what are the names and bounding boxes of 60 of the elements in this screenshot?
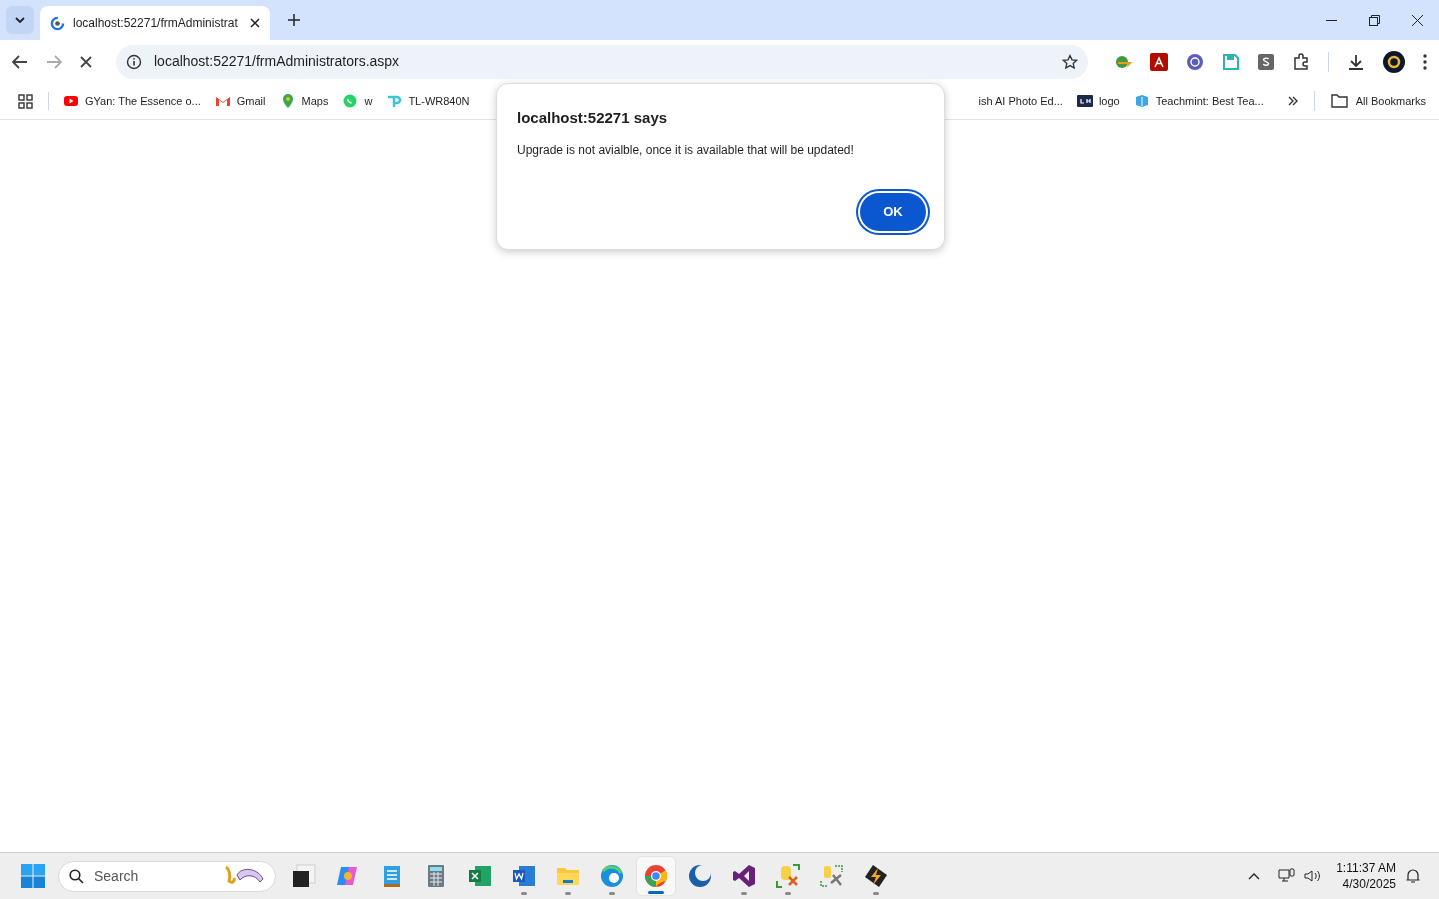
- extensions-icon[interactable]: [1292, 52, 1310, 71]
- stop-loading-icon[interactable]: [80, 55, 92, 68]
- bookmark-link[interactable]: logo: [1076, 92, 1120, 110]
- bookmark-link[interactable]: Teachmint: Best Tea...: [1133, 92, 1264, 110]
- gh-badge-icon: [1076, 93, 1093, 109]
- search-icon: [69, 868, 84, 884]
- dialog-message: Upgrade is not avialble, once it is available that will be updated!: [517, 141, 855, 159]
- profile-avatar-icon[interactable]: [1383, 50, 1405, 73]
- new-tab-icon[interactable]: [288, 14, 300, 26]
- loading-icon: [50, 15, 65, 31]
- bookmark-link[interactable]: Gmail: [214, 92, 266, 110]
- all-bookmarks-button[interactable]: All Bookmarks: [1330, 92, 1426, 110]
- browser-tab[interactable]: localhost:52271/frmAdministrat: [40, 6, 270, 40]
- document-w-icon: [511, 863, 537, 889]
- pdf-icon[interactable]: [1150, 52, 1168, 71]
- bell-icon[interactable]: [1406, 868, 1420, 884]
- edge-browser-icon: [599, 863, 625, 889]
- saxophone-piano-icon: [223, 865, 265, 887]
- start-button-icon[interactable]: [21, 864, 45, 888]
- back-arrow-icon[interactable]: [12, 54, 28, 69]
- apps-grid-icon[interactable]: [18, 93, 33, 109]
- database-hammer-icon: [819, 863, 845, 889]
- letter-s-icon[interactable]: [1258, 53, 1274, 70]
- bookmark-link[interactable]: TL-WR840N: [386, 92, 470, 110]
- download-icon[interactable]: [1347, 52, 1365, 71]
- close-icon[interactable]: [250, 18, 260, 28]
- more-menu-icon[interactable]: [1423, 53, 1427, 70]
- bookmark-link[interactable]: w: [342, 92, 373, 110]
- database-wrench-icon: [775, 863, 801, 889]
- crescent-icon: [687, 863, 713, 889]
- chevron-down-icon: [15, 17, 25, 23]
- address-bar[interactable]: localhost:52271/frmAdministrators.aspx: [116, 44, 1088, 79]
- lightning-bolt-icon: [863, 863, 889, 889]
- folder-icon: [1330, 94, 1348, 108]
- tab-title: localhost:52271/frmAdministrat: [73, 15, 239, 32]
- speaker-icon[interactable]: [1304, 868, 1323, 884]
- bookmark-link[interactable]: ish AI Photo Ed...: [978, 92, 1063, 110]
- double-chevron-icon[interactable]: [1287, 96, 1298, 106]
- chevron-up-icon[interactable]: [1248, 872, 1261, 880]
- close-icon[interactable]: [1412, 14, 1423, 26]
- spreadsheet-x-icon: [467, 863, 493, 889]
- tp-link-icon: [386, 93, 403, 109]
- restore-icon[interactable]: [1369, 14, 1380, 26]
- bookmark-link[interactable]: GYan: The Essence o...: [63, 92, 201, 110]
- stacked-squares-icon: [291, 863, 317, 889]
- chrome-browser-icon: [643, 863, 669, 889]
- youtube-play-icon: [63, 93, 79, 109]
- globe-download-icon[interactable]: [1114, 53, 1132, 70]
- search-placeholder: Search: [94, 866, 140, 886]
- book-icon: [1133, 93, 1150, 109]
- star-icon[interactable]: [1062, 53, 1078, 70]
- taskbar-search-field[interactable]: Search: [58, 860, 276, 892]
- clock[interactable]: 1:11:37 AM 4/30/2025: [1336, 860, 1396, 892]
- chat-phone-icon: [342, 93, 359, 109]
- network-icon[interactable]: [1278, 868, 1297, 884]
- tab-list-button[interactable]: [6, 6, 34, 34]
- dialog-title: localhost:52271 says: [517, 108, 669, 128]
- url-text: localhost:52271/frmAdministrators.aspx: [154, 52, 401, 71]
- info-icon[interactable]: [126, 53, 142, 70]
- bookmark-link[interactable]: Maps: [279, 92, 329, 110]
